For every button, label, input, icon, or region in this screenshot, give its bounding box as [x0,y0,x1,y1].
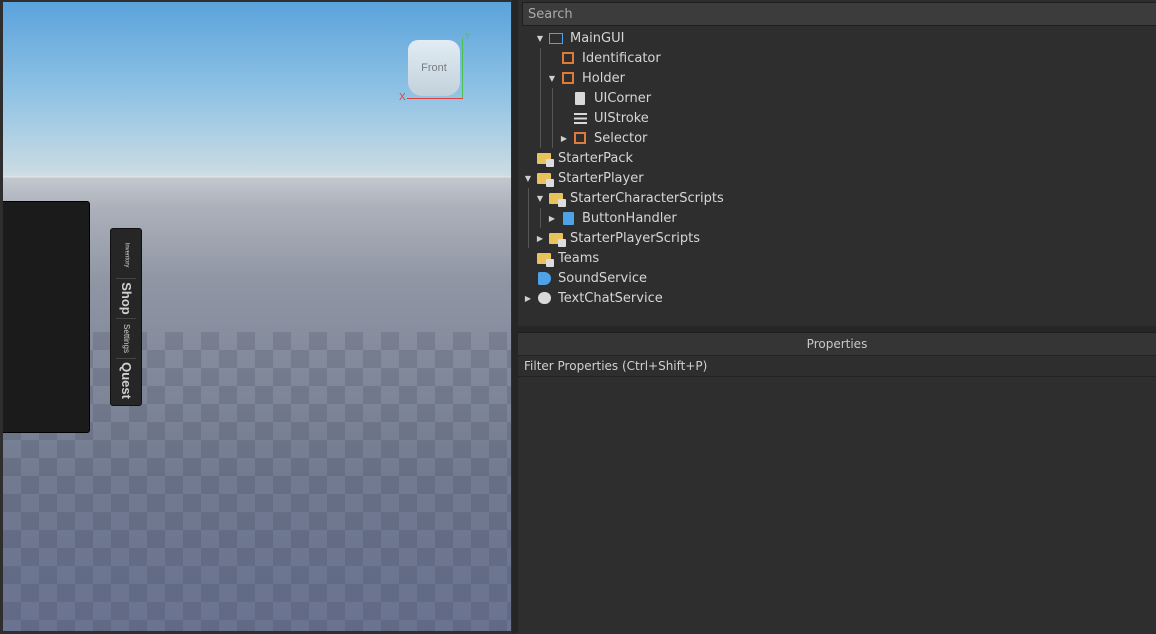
tree-item-identificator[interactable]: Identificator [558,48,661,68]
menu-item-shop-label: Shop [118,281,134,315]
tree-guide [528,188,529,248]
tree-item-startercharacterscripts[interactable]: ▼ StarterCharacterScripts [534,188,724,208]
screen-gui-icon [548,30,564,46]
tree-item-selector[interactable]: ▶ Selector [558,128,647,148]
tree-item-maingui[interactable]: ▼ MainGUI [534,28,625,48]
folder-icon [536,250,554,267]
tree-item-label: ButtonHandler [582,210,677,226]
y-axis-line [462,38,463,98]
tree-item-soundservice[interactable]: SoundService [534,268,647,288]
tree-guide [540,48,541,148]
tree-item-holder[interactable]: ▼ Holder [546,68,625,88]
view-cube-face-label: Front [421,62,447,74]
chevron-down-icon[interactable]: ▼ [522,172,534,184]
tree-item-label: TextChatService [558,290,663,306]
ui-corner-icon [572,90,588,106]
frame-icon [572,130,588,146]
local-script-icon [560,210,576,226]
chevron-down-icon[interactable]: ▼ [546,72,558,84]
folder-icon [536,150,554,167]
3d-viewport[interactable]: Inventory Shop Settings Quest Front X Y [0,0,512,633]
folder-icon [536,170,554,187]
tree-item-label: StarterCharacterScripts [570,190,724,206]
tree-item-label: Holder [582,70,625,86]
folder-icon [548,230,566,247]
chat-icon [536,290,552,306]
explorer-search-input[interactable]: Search [522,2,1156,26]
folder-icon [548,190,566,207]
properties-panel: Properties Filter Properties (Ctrl+Shift… [518,332,1156,634]
tree-item-label: Selector [594,130,648,146]
explorer-panel: Search ▼ MainGUI Identificator ▼ Holder … [518,0,1156,326]
tree-item-uicorner[interactable]: UICorner [570,88,651,108]
tree-item-label: UIStroke [594,110,649,126]
chevron-down-icon[interactable]: ▼ [534,32,546,44]
gui-black-panel [3,201,90,433]
frame-icon [560,70,576,86]
tree-item-starterplayerscripts[interactable]: ▶ StarterPlayerScripts [534,228,700,248]
tree-item-label: StarterPack [558,150,633,166]
chevron-right-icon[interactable]: ▶ [522,292,534,304]
tree-item-label: StarterPlayer [558,170,644,186]
ui-stroke-icon [572,110,588,126]
menu-item-settings-label: Settings [121,323,131,353]
x-axis-line [407,98,463,99]
tree-item-starterpack[interactable]: StarterPack [534,148,633,168]
menu-item-inventory[interactable]: Inventory [111,233,141,277]
properties-title: Properties [518,333,1156,356]
tree-guide [540,208,541,228]
x-axis-label: X [399,92,406,103]
tree-item-label: MainGUI [570,30,625,46]
tree-item-label: StarterPlayerScripts [570,230,701,246]
menu-item-shop[interactable]: Shop [111,279,141,317]
tree-item-label: Teams [558,250,600,266]
tree-item-uistroke[interactable]: UIStroke [570,108,649,128]
chevron-down-icon[interactable]: ▼ [534,192,546,204]
tree-item-label: Identificator [582,50,661,66]
tree-item-label: UICorner [594,90,652,106]
sound-icon [536,270,552,286]
menu-item-quest-label: Quest [118,361,134,399]
tree-item-label: SoundService [558,270,647,286]
gui-side-menu: Inventory Shop Settings Quest [110,228,142,406]
chevron-right-icon[interactable]: ▶ [546,212,558,224]
tree-item-buttonhandler[interactable]: ▶ ButtonHandler [546,208,677,228]
tree-item-starterplayer[interactable]: ▼ StarterPlayer [522,168,644,188]
viewport-scene[interactable]: Inventory Shop Settings Quest Front X Y [3,2,511,631]
chevron-right-icon[interactable]: ▶ [534,232,546,244]
y-axis-label: Y [465,32,471,41]
tree-item-teams[interactable]: Teams [534,248,599,268]
chevron-right-icon[interactable]: ▶ [558,132,570,144]
properties-filter-input[interactable]: Filter Properties (Ctrl+Shift+P) [518,356,1156,377]
view-cube-front-face[interactable]: Front [408,40,460,96]
menu-item-quest[interactable]: Quest [111,359,141,401]
frame-icon [560,50,576,66]
view-cube[interactable]: Front X Y [399,32,479,112]
tree-guide [552,88,553,148]
menu-item-settings[interactable]: Settings [111,319,141,357]
menu-item-inventory-label: Inventory [123,242,129,268]
tree-item-textchatservice[interactable]: ▶ TextChatService [522,288,663,308]
